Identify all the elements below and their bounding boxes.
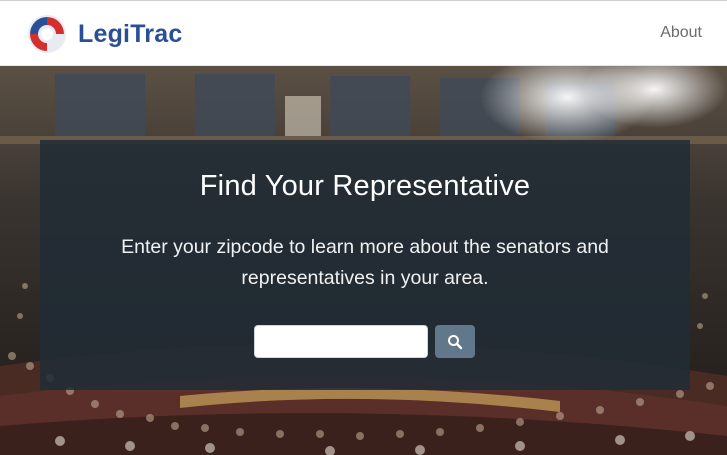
brand-part-2: Trac — [130, 19, 183, 48]
brand-part-1: Legi — [78, 19, 131, 48]
legitrac-logo-icon — [28, 15, 66, 53]
search-icon — [448, 334, 463, 349]
search-button[interactable] — [435, 325, 475, 358]
page-subtitle: Enter your zipcode to learn more about t… — [121, 236, 609, 289]
hero-section: Find Your Representative Enter your zipc… — [0, 66, 727, 455]
nav-about-link[interactable]: About — [660, 24, 702, 42]
top-navbar: LegiTrac About — [0, 0, 727, 66]
zipcode-search-input[interactable] — [254, 325, 428, 358]
find-representative-card: Find Your Representative Enter your zipc… — [40, 140, 690, 390]
page-title: Find Your Representative — [199, 170, 531, 202]
brand-name: LegiTrac — [78, 19, 183, 48]
logo[interactable]: LegiTrac — [26, 13, 182, 55]
